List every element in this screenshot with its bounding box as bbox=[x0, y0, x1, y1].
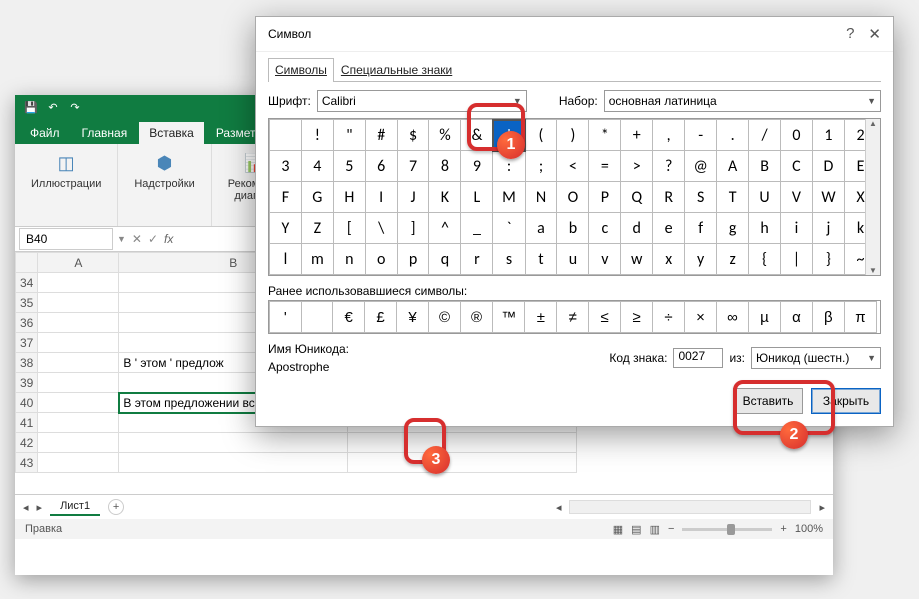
subset-combo-value: основная латиница bbox=[609, 94, 717, 108]
illustrations-button[interactable]: ◫ Иллюстрации bbox=[25, 148, 107, 192]
chevron-down-icon: ▼ bbox=[513, 96, 522, 106]
illustrations-label: Иллюстрации bbox=[31, 178, 101, 190]
tab-special[interactable]: Специальные знаки bbox=[334, 58, 459, 81]
hscroll-right-icon[interactable]: ▸ bbox=[819, 501, 825, 514]
name-box-dropdown-icon[interactable]: ▼ bbox=[117, 234, 126, 244]
zoom-in-icon[interactable]: + bbox=[780, 523, 786, 535]
character-grid[interactable]: !"#$%&'()*+,-./0123456789:;<=>?@ABCDEFGH… bbox=[268, 118, 881, 276]
font-combo[interactable]: Calibri ▼ bbox=[317, 90, 527, 112]
help-icon[interactable]: ? bbox=[846, 25, 854, 43]
from-combo[interactable]: Юникод (шестн.) ▼ bbox=[751, 347, 881, 369]
new-sheet-icon[interactable]: + bbox=[108, 499, 124, 515]
chevron-down-icon: ▼ bbox=[867, 353, 876, 363]
hscrollbar[interactable] bbox=[569, 500, 811, 514]
zoom-slider[interactable] bbox=[682, 528, 772, 531]
status-bar: Правка ▦ ▤ ▥ − + 100% bbox=[15, 519, 833, 539]
char-code-input[interactable]: 0027 bbox=[673, 348, 723, 368]
subset-label: Набор: bbox=[559, 94, 598, 108]
from-label: из: bbox=[729, 351, 745, 365]
sheet-tab[interactable]: Лист1 bbox=[50, 498, 100, 516]
zoom-out-icon[interactable]: − bbox=[668, 523, 674, 535]
dialog-tabs: Символы Специальные знаки bbox=[268, 58, 881, 82]
font-combo-value: Calibri bbox=[322, 94, 356, 108]
close-icon[interactable]: ✕ bbox=[868, 25, 881, 43]
cancel-icon[interactable]: ✕ bbox=[132, 232, 142, 246]
redo-icon[interactable]: ↷ bbox=[67, 100, 83, 116]
enter-icon[interactable]: ✓ bbox=[148, 232, 158, 246]
subset-combo[interactable]: основная латиница ▼ bbox=[604, 90, 881, 112]
undo-icon[interactable]: ↶ bbox=[45, 100, 61, 116]
unicode-name-value: Apostrophe bbox=[268, 360, 349, 374]
status-text: Правка bbox=[25, 523, 62, 535]
name-box[interactable]: B40 bbox=[19, 228, 113, 250]
view-break-icon[interactable]: ▥ bbox=[650, 523, 660, 536]
tab-insert[interactable]: Вставка bbox=[139, 122, 204, 144]
from-combo-value: Юникод (шестн.) bbox=[756, 351, 849, 365]
recent-grid[interactable]: '€£¥©®™±≠≤≥÷×∞µαβπ bbox=[268, 300, 881, 334]
tab-file[interactable]: Файл bbox=[20, 122, 70, 144]
save-icon[interactable]: 💾 bbox=[23, 100, 39, 116]
sheet-nav-prev-icon[interactable]: ◂ bbox=[23, 501, 29, 514]
close-button[interactable]: Закрыть bbox=[811, 388, 881, 414]
insert-button[interactable]: Вставить bbox=[733, 388, 803, 414]
tab-symbols[interactable]: Символы bbox=[268, 58, 334, 82]
char-grid-scrollbar[interactable]: ▲▼ bbox=[865, 119, 880, 275]
sheet-nav-next-icon[interactable]: ▸ bbox=[37, 501, 43, 514]
recent-label: Ранее использовавшиеся символы: bbox=[268, 284, 881, 298]
hscroll-left-icon[interactable]: ◂ bbox=[556, 501, 562, 514]
code-label: Код знака: bbox=[609, 351, 667, 365]
fx-icon[interactable]: fx bbox=[164, 232, 173, 246]
tab-home[interactable]: Главная bbox=[72, 122, 138, 144]
symbol-dialog: Символ ? ✕ Символы Специальные знаки Шри… bbox=[255, 16, 894, 427]
view-normal-icon[interactable]: ▦ bbox=[613, 523, 623, 536]
addins-button[interactable]: ⬢ Надстройки bbox=[128, 148, 200, 192]
sheet-tabs: ◂ ▸ Лист1 + ◂ ▸ bbox=[15, 494, 833, 519]
chevron-down-icon: ▼ bbox=[867, 96, 876, 106]
addins-icon: ⬢ bbox=[150, 150, 180, 176]
addins-label: Надстройки bbox=[134, 178, 194, 190]
dialog-title: Символ bbox=[268, 27, 311, 41]
shapes-icon: ◫ bbox=[51, 150, 81, 176]
dialog-titlebar: Символ ? ✕ bbox=[256, 17, 893, 52]
view-page-icon[interactable]: ▤ bbox=[631, 523, 641, 536]
font-label: Шрифт: bbox=[268, 94, 311, 108]
unicode-name-label: Имя Юникода: bbox=[268, 342, 349, 356]
zoom-value[interactable]: 100% bbox=[795, 523, 823, 535]
